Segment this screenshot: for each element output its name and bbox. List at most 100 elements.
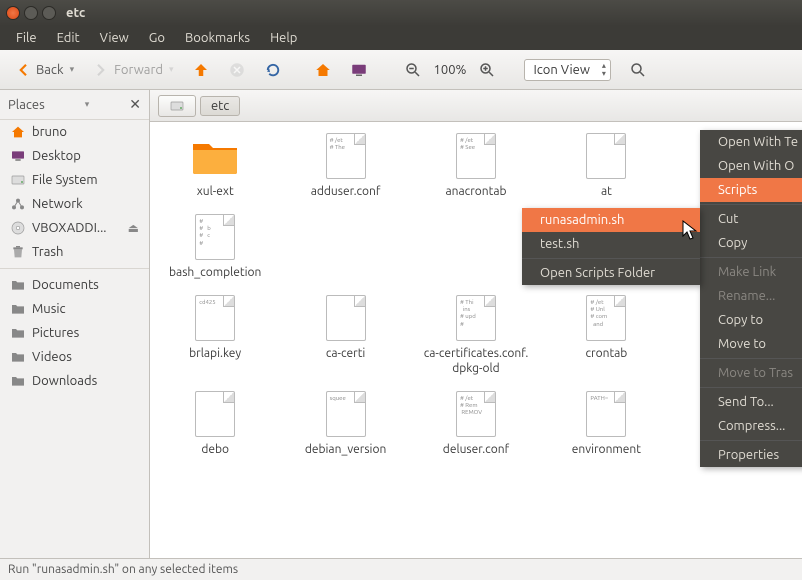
computer-button[interactable] [344, 57, 374, 83]
forward-button[interactable]: Forward ▾ [86, 57, 179, 83]
context-menu-item[interactable]: Copy to▸ [700, 308, 802, 332]
sidebar-item-label: Downloads [32, 374, 97, 388]
view-mode-select[interactable]: Icon View ▴▾ [524, 59, 610, 81]
sidebar-bookmark-downloads[interactable]: Downloads [0, 369, 149, 393]
file-item[interactable]: # /et # Seeanacrontab [411, 126, 541, 207]
sidebar-bookmark-music[interactable]: Music [0, 297, 149, 321]
sidebar-bookmark-documents[interactable]: Documents [0, 273, 149, 297]
file-label: debo [201, 442, 229, 457]
zoom-level[interactable]: 100% [434, 63, 467, 77]
file-item[interactable]: debo [150, 384, 280, 467]
home-icon [314, 61, 332, 79]
menu-bookmarks[interactable]: Bookmarks [175, 31, 260, 45]
file-label: ca-certi [326, 346, 366, 361]
up-button[interactable] [186, 57, 216, 83]
context-menu-label: test.sh [540, 237, 579, 251]
file-item[interactable]: squeedebian_version [280, 384, 410, 467]
menu-help[interactable]: Help [260, 31, 307, 45]
context-menu-item[interactable]: Copy [700, 231, 802, 255]
desktop-icon [10, 148, 26, 164]
context-menu-item[interactable]: Send To... [700, 390, 802, 414]
context-menu-item[interactable]: runasadmin.sh [522, 208, 700, 232]
context-menu-item[interactable]: test.sh [522, 232, 700, 256]
file-label: environment [572, 442, 641, 457]
document-icon [195, 391, 235, 437]
sidebar-separator [0, 268, 149, 269]
maximize-button[interactable] [42, 6, 56, 20]
file-label: bash_completion [169, 265, 261, 280]
folder-icon [10, 373, 26, 389]
file-item[interactable]: # # b # c #bash_completion [150, 207, 280, 288]
file-item[interactable]: PATH=environment [541, 384, 671, 467]
document-icon: # /et # Rem REMOV [456, 391, 496, 437]
sidebar-item-desktop[interactable]: Desktop [0, 144, 149, 168]
context-menu-label: Open With O [718, 159, 794, 173]
context-menu-label: Properties [718, 448, 779, 462]
sidebar-item-label: Documents [32, 278, 99, 292]
sidebar-bookmark-videos[interactable]: Videos [0, 345, 149, 369]
sidebar-item-trash[interactable]: Trash [0, 240, 149, 264]
menu-edit[interactable]: Edit [47, 31, 90, 45]
context-menu-item[interactable]: Properties [700, 443, 802, 467]
file-item[interactable]: cd425brlapi.key [150, 288, 280, 384]
sidebar-item-filesystem[interactable]: File System [0, 168, 149, 192]
minimize-button[interactable] [24, 6, 38, 20]
file-label: ca-certificates.conf.dpkg-old [424, 346, 529, 376]
context-menu-item[interactable]: Scripts▸ [700, 178, 802, 202]
file-item[interactable]: # /et # Rem REMOVdeluser.conf [411, 384, 541, 467]
file-item[interactable]: ca-certi [280, 288, 410, 384]
scripts-submenu[interactable]: runasadmin.sh test.sh Open Scripts Folder [522, 208, 700, 285]
sidebar-item-bruno[interactable]: bruno [0, 120, 149, 144]
back-dropdown-icon[interactable]: ▾ [70, 64, 75, 75]
menu-file[interactable]: File [6, 31, 47, 45]
file-item[interactable]: at [541, 126, 671, 207]
menu-go[interactable]: Go [139, 31, 175, 45]
back-arrow-icon [14, 61, 32, 79]
file-item[interactable]: xul-ext [150, 126, 280, 207]
context-menu-separator [700, 387, 802, 388]
sidebar-item-label: Videos [32, 350, 72, 364]
sidebar-item-network[interactable]: Network [0, 192, 149, 216]
context-menu-item[interactable]: Open Scripts Folder [522, 261, 700, 285]
eject-icon[interactable]: ⏏ [128, 221, 139, 235]
path-root[interactable] [158, 95, 196, 117]
file-item[interactable]: # Thi ins # upd # ca-certificates.conf.dp… [411, 288, 541, 384]
context-menu[interactable]: Open With TeOpen With OScripts▸CutCopyMa… [700, 130, 802, 467]
document-icon: # Thi ins # upd # [456, 295, 496, 341]
context-menu-item[interactable]: Compress... [700, 414, 802, 438]
menu-view[interactable]: View [90, 31, 139, 45]
sidebar-dropdown-icon[interactable]: ▾ [85, 99, 90, 110]
document-icon: # /et # The [326, 133, 366, 179]
context-menu-label: Move to [718, 337, 766, 351]
folder-icon [10, 349, 26, 365]
zoom-in-button[interactable] [472, 57, 502, 83]
reload-icon [264, 61, 282, 79]
file-label: brlapi.key [189, 346, 241, 361]
reload-button[interactable] [258, 57, 288, 83]
context-menu-label: Cut [718, 212, 738, 226]
home-button[interactable] [308, 57, 338, 83]
sidebar-bookmark-pictures[interactable]: Pictures [0, 321, 149, 345]
back-button[interactable]: Back ▾ [8, 57, 80, 83]
stop-button[interactable] [222, 57, 252, 83]
close-button[interactable] [6, 6, 20, 20]
file-item[interactable]: # /et # Unl # com andcrontab [541, 288, 671, 384]
context-menu-item[interactable]: Open With O [700, 154, 802, 178]
zoom-out-button[interactable] [398, 57, 428, 83]
folder-icon [10, 277, 26, 293]
context-menu-separator [700, 257, 802, 258]
sidebar-close-icon[interactable]: ✕ [129, 96, 141, 113]
statusbar: Run "runasadmin.sh" on any selected item… [0, 558, 802, 580]
forward-dropdown-icon[interactable]: ▾ [169, 64, 174, 75]
context-menu-item[interactable]: Cut [700, 207, 802, 231]
context-menu-item[interactable]: Move to▸ [700, 332, 802, 356]
sidebar-item-vboxaddi[interactable]: VBOXADDI...⏏ [0, 216, 149, 240]
context-menu-item[interactable]: Open With Te [700, 130, 802, 154]
context-menu-label: Scripts [718, 183, 757, 197]
search-button[interactable] [623, 57, 653, 83]
context-menu-label: Copy [718, 236, 747, 250]
forward-label: Forward [114, 63, 163, 77]
path-current[interactable]: etc [200, 96, 240, 116]
sidebar-item-label: Desktop [32, 149, 81, 163]
file-item[interactable]: # /et # Theadduser.conf [280, 126, 410, 207]
